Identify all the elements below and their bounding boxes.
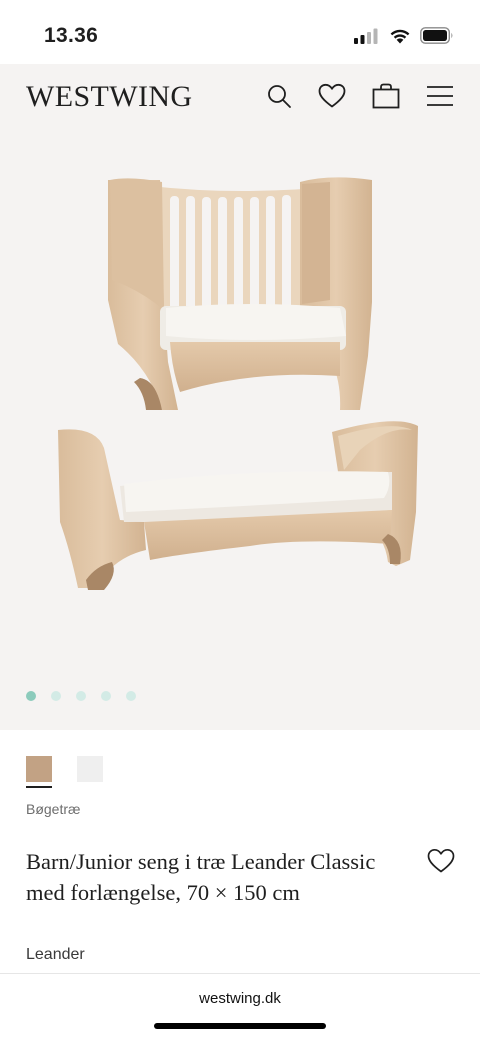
westwing-logo[interactable]: WESTWING — [26, 80, 193, 114]
cellular-signal-icon — [354, 28, 378, 44]
swatch-white[interactable] — [77, 756, 103, 782]
carousel-dots[interactable] — [26, 691, 136, 701]
product-title: Barn/Junior seng i træ Leander Classic m… — [26, 849, 376, 905]
wifi-icon — [390, 29, 410, 43]
menu-icon[interactable] — [425, 81, 455, 111]
selected-color-name: Bøgetræ — [26, 801, 81, 817]
shopping-bag-icon[interactable] — [371, 81, 401, 111]
product-brand[interactable]: Leander — [26, 946, 85, 964]
carousel-dot[interactable] — [76, 691, 86, 701]
site-header: WESTWING — [0, 64, 480, 130]
status-icons — [354, 27, 454, 44]
url-text[interactable]: westwing.dk — [0, 990, 480, 1007]
carousel-dot[interactable] — [101, 691, 111, 701]
carousel-dot[interactable] — [51, 691, 61, 701]
product-image — [58, 177, 418, 590]
crib-illustration — [108, 177, 372, 410]
product-image-gallery[interactable] — [0, 130, 480, 730]
color-swatches — [26, 756, 103, 788]
heart-icon[interactable] — [317, 81, 347, 111]
battery-icon — [420, 27, 453, 44]
wishlist-heart-icon[interactable] — [427, 848, 455, 876]
swatch-beech[interactable] — [26, 756, 52, 788]
status-time: 13.36 — [44, 24, 99, 47]
carousel-dot[interactable] — [26, 691, 36, 701]
search-icon[interactable] — [264, 81, 294, 111]
carousel-dot[interactable] — [126, 691, 136, 701]
browser-url-bar[interactable]: westwing.dk — [0, 973, 480, 1039]
junior-bed-illustration — [58, 421, 418, 590]
home-indicator[interactable] — [154, 1023, 326, 1029]
status-bar: 13.36 — [0, 0, 480, 64]
